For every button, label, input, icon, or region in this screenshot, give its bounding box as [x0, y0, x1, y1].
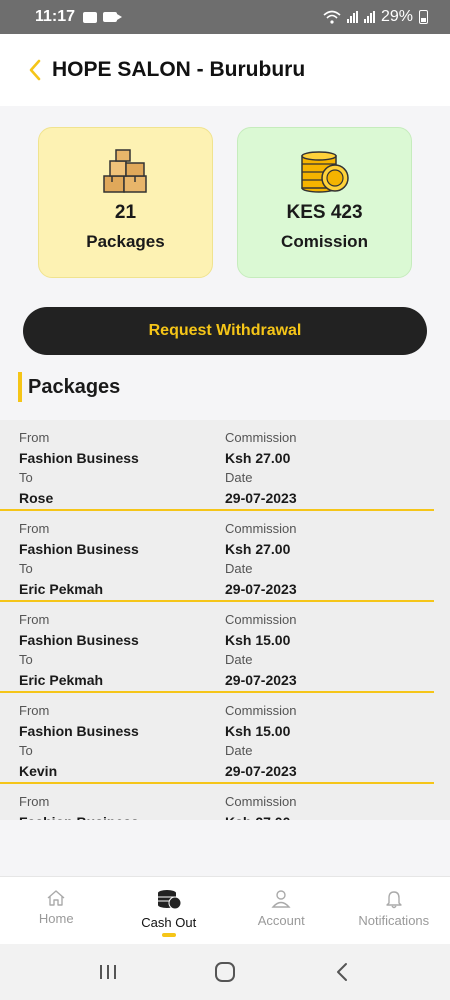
nav-home-label: Home	[38, 911, 74, 926]
from-label: From	[19, 612, 50, 627]
list-item[interactable]: From Fashion Business Commission Ksh 27.…	[0, 784, 434, 820]
to-label: To	[19, 743, 33, 758]
date-value: 29-07-2023	[225, 490, 297, 506]
date-value: 29-07-2023	[225, 763, 297, 779]
chevron-left-icon	[29, 59, 41, 81]
status-time: 11:17	[35, 8, 76, 25]
list-item[interactable]: From Fashion Business To Kevin Commissio…	[0, 693, 434, 784]
to-value: Kevin	[19, 763, 58, 779]
bell-icon	[386, 891, 402, 909]
from-label: From	[19, 703, 50, 718]
user-icon	[271, 890, 291, 908]
nav-cash-out[interactable]: Cash Out	[113, 877, 226, 944]
home-system-button[interactable]	[195, 952, 255, 992]
to-value: Rose	[19, 490, 54, 506]
nav-account-label: Account	[257, 913, 305, 928]
status-bar: 11:17 29%	[0, 0, 450, 34]
from-value: Fashion Business	[19, 541, 139, 557]
battery-icon	[419, 10, 428, 24]
to-label: To	[19, 561, 33, 576]
from-value: Fashion Business	[19, 723, 139, 739]
active-indicator	[161, 933, 176, 937]
commission-card: KES 423 Comission	[237, 127, 412, 278]
commission-value: Ksh 27.00	[225, 812, 297, 820]
from-value: Fashion Business	[19, 450, 139, 466]
commission-amount: KES 423	[286, 202, 363, 223]
commission-label: Commission	[225, 703, 297, 718]
to-label: To	[19, 470, 33, 485]
commission-label: Commission	[225, 612, 297, 627]
date-label: Date	[225, 652, 253, 667]
gallery-icon	[83, 11, 98, 23]
to-value: Eric Pekmah	[19, 672, 104, 688]
signal-icon-2	[363, 11, 375, 23]
recent-apps-icon	[100, 965, 117, 979]
date-value: 29-07-2023	[225, 672, 297, 688]
bottom-nav: Home Cash Out Account Notifications	[0, 876, 450, 944]
date-value: 29-07-2023	[225, 581, 297, 597]
commission-label: Commission	[225, 430, 297, 445]
packages-count: 21	[114, 202, 137, 223]
home-icon	[47, 890, 65, 906]
nav-home[interactable]: Home	[0, 877, 113, 944]
packages-label: Packages	[86, 232, 165, 251]
video-icon	[103, 12, 123, 22]
from-value: Fashion Business	[19, 812, 139, 820]
coins-icon	[157, 890, 182, 910]
list-item[interactable]: From Fashion Business To Rose Commission…	[0, 420, 434, 511]
signal-icon	[346, 11, 358, 23]
commission-value: Ksh 15.00	[225, 632, 291, 648]
date-label: Date	[225, 743, 253, 758]
from-label: From	[19, 794, 50, 809]
from-label: From	[19, 521, 50, 536]
coins-stack-icon	[300, 151, 349, 193]
commission-value: Ksh 27.00	[225, 541, 291, 557]
from-label: From	[19, 430, 50, 445]
date-label: Date	[225, 561, 253, 576]
summary-cards: 21 Packages KES 423 Comission	[38, 127, 412, 278]
from-value: Fashion Business	[19, 632, 139, 648]
commission-label: Commission	[225, 521, 297, 536]
page-title: HOPE SALON - Buruburu	[52, 58, 306, 81]
commission-label: Comission	[281, 232, 368, 251]
packages-list[interactable]: From Fashion Business To Rose Commission…	[0, 420, 450, 820]
nav-notifications-label: Notifications	[358, 913, 430, 928]
nav-account[interactable]: Account	[225, 877, 338, 944]
nav-cash-out-label: Cash Out	[141, 915, 197, 930]
commission-label: Commission	[225, 794, 297, 809]
battery-percent: 29%	[380, 8, 413, 25]
list-item[interactable]: From Fashion Business To Eric Pekmah Com…	[0, 602, 434, 693]
packages-card: 21 Packages	[38, 127, 213, 278]
system-nav-bar	[0, 944, 450, 1000]
app-header: HOPE SALON - Buruburu	[0, 34, 450, 106]
to-value: Eric Pekmah	[19, 581, 104, 597]
home-circle-icon	[214, 962, 235, 982]
commission-value: Ksh 15.00	[225, 723, 291, 739]
date-label: Date	[225, 470, 253, 485]
back-chevron-icon	[336, 963, 347, 981]
wifi-icon	[323, 10, 341, 24]
list-item[interactable]: From Fashion Business To Eric Pekmah Com…	[0, 511, 434, 602]
back-system-button[interactable]	[312, 952, 372, 992]
packages-section-title: Packages	[18, 372, 120, 402]
commission-value: Ksh 27.00	[225, 450, 291, 466]
to-label: To	[19, 652, 33, 667]
request-withdrawal-button[interactable]: Request Withdrawal	[23, 307, 427, 355]
boxes-icon	[102, 149, 147, 193]
nav-notifications[interactable]: Notifications	[338, 877, 450, 944]
recent-apps-button[interactable]	[78, 952, 138, 992]
